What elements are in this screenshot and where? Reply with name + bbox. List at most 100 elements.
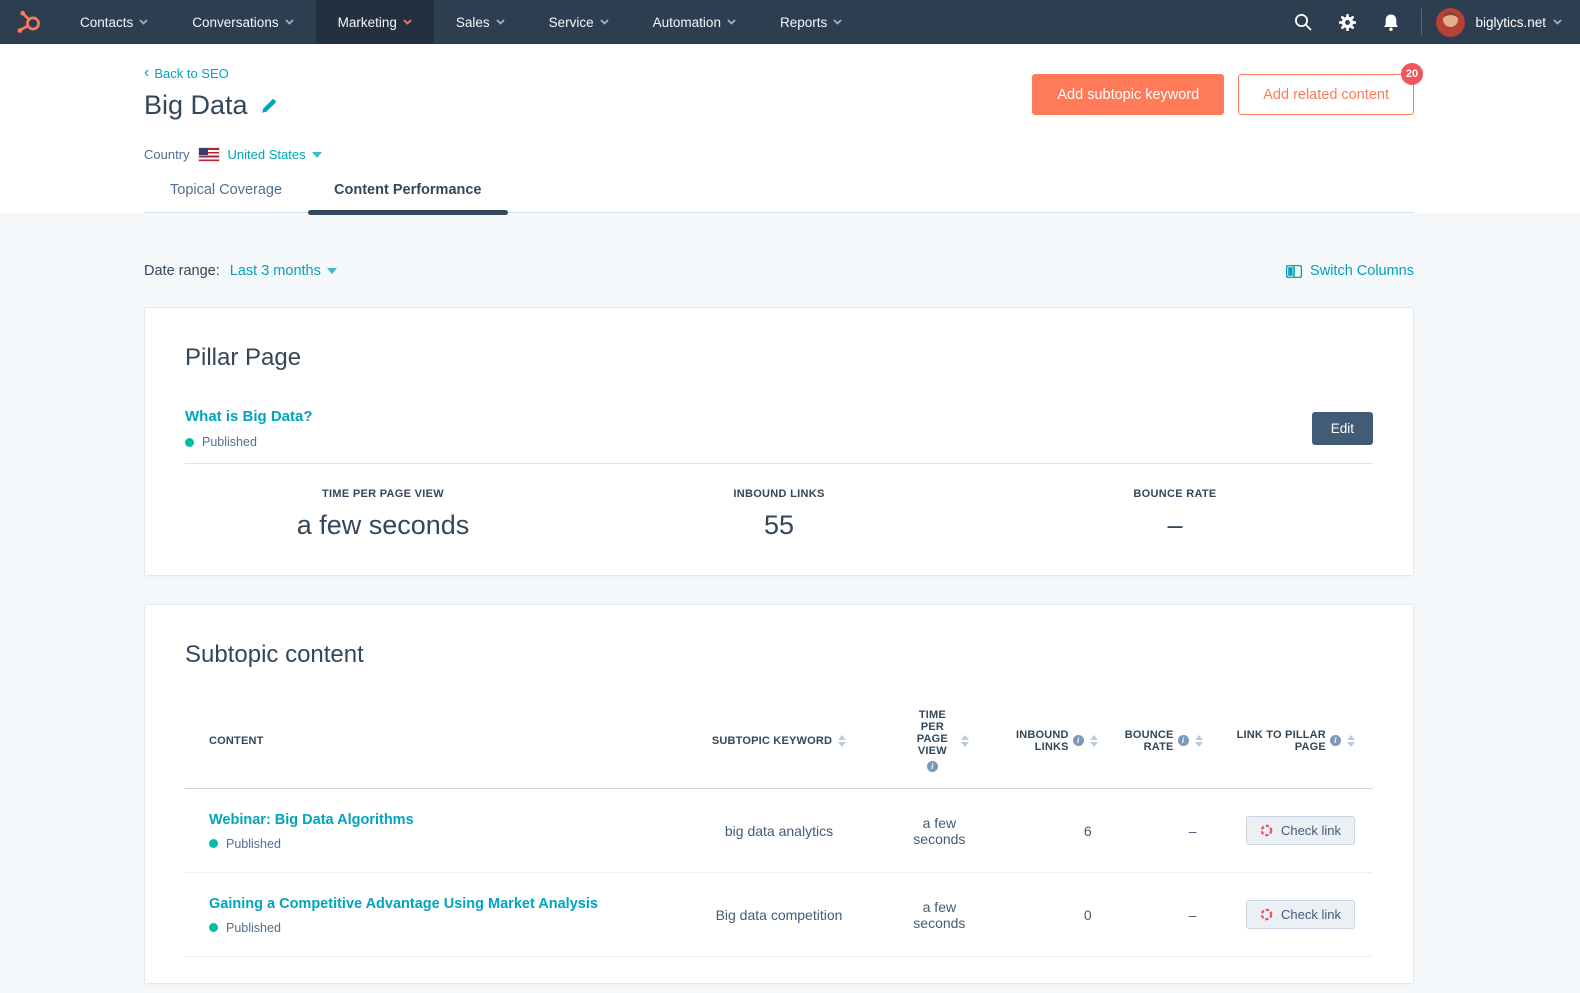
check-link-button[interactable]: Check link: [1246, 900, 1355, 929]
date-range-value: Last 3 months: [230, 263, 321, 279]
nav-item-label: Service: [549, 15, 594, 30]
nav-item-label: Automation: [653, 15, 721, 30]
add-subtopic-keyword-button[interactable]: Add subtopic keyword: [1032, 74, 1224, 115]
tab-topical-coverage[interactable]: Topical Coverage: [144, 182, 308, 212]
page-title: Big Data: [144, 90, 278, 121]
info-icon[interactable]: i: [1330, 735, 1341, 746]
nav-item-automation[interactable]: Automation: [631, 0, 758, 44]
nav-item-label: Reports: [780, 15, 827, 30]
hubspot-logo-icon[interactable]: [0, 0, 58, 44]
subtopic-keyword-cell: Big data competition: [672, 907, 886, 923]
sort-arrows-icon[interactable]: [838, 735, 846, 747]
sort-arrows-icon[interactable]: [1090, 735, 1098, 747]
status-badge: Published: [226, 837, 281, 851]
content-link[interactable]: Gaining a Competitive Advantage Using Ma…: [209, 896, 598, 912]
table-header-row: CONTENT SUBTOPIC KEYWORD TIME PER PAGE V…: [185, 693, 1373, 789]
gear-icon[interactable]: [1325, 0, 1369, 44]
column-header-content: CONTENT: [185, 735, 672, 747]
add-related-content-button[interactable]: Add related content: [1238, 74, 1414, 115]
chevron-down-icon: [1553, 19, 1562, 25]
check-link-button[interactable]: Check link: [1246, 816, 1355, 845]
chevron-down-icon: [312, 152, 322, 158]
us-flag-icon: [199, 148, 219, 161]
switch-columns-button[interactable]: Switch Columns: [1286, 263, 1414, 279]
chevron-down-icon: [327, 268, 337, 274]
bell-icon[interactable]: [1369, 0, 1413, 44]
avatar[interactable]: [1436, 8, 1465, 37]
pillar-stats: TIME PER PAGE VIEW a few seconds INBOUND…: [185, 464, 1373, 549]
back-to-seo-link[interactable]: ‹ Back to SEO: [144, 65, 229, 81]
inbound-links-cell: 6: [993, 823, 1106, 839]
column-header-link-to-pillar-page: LINK TO PILLAR PAGE i: [1213, 729, 1373, 753]
stat-bounce-rate: BOUNCE RATE –: [977, 488, 1373, 541]
info-icon[interactable]: i: [1073, 735, 1084, 746]
columns-icon: [1286, 265, 1302, 278]
column-header-subtopic-keyword: SUBTOPIC KEYWORD: [672, 735, 886, 747]
chevron-left-icon: ‹: [144, 65, 149, 81]
nav-item-service[interactable]: Service: [527, 0, 631, 44]
main-content: Date range: Last 3 months Switch Columns…: [0, 213, 1580, 984]
chevron-down-icon: [403, 19, 412, 25]
nav-item-contacts[interactable]: Contacts: [58, 0, 170, 44]
table-row: Gaining a Competitive Advantage Using Ma…: [185, 873, 1373, 957]
inbound-links-cell: 0: [993, 907, 1106, 923]
nav-item-reports[interactable]: Reports: [758, 0, 864, 44]
nav-menu: Contacts Conversations Marketing Sales S…: [58, 0, 864, 44]
content-link[interactable]: Webinar: Big Data Algorithms: [209, 812, 414, 828]
edit-button[interactable]: Edit: [1312, 412, 1373, 445]
info-icon[interactable]: i: [1178, 735, 1189, 746]
pencil-icon[interactable]: [260, 97, 278, 115]
nav-utilities: biglytics.net: [1281, 0, 1580, 44]
check-link-label: Check link: [1281, 907, 1341, 922]
time-per-page-view-cell: a few seconds: [886, 815, 993, 847]
broken-link-icon: [1260, 824, 1273, 837]
status-badge: Published: [226, 921, 281, 935]
related-content-count-badge: 20: [1401, 63, 1423, 85]
back-link-label: Back to SEO: [154, 66, 228, 81]
sort-arrows-icon[interactable]: [1347, 735, 1355, 747]
pillar-card-title: Pillar Page: [185, 344, 1373, 372]
country-value: United States: [228, 147, 306, 162]
tab-content-performance[interactable]: Content Performance: [308, 182, 507, 212]
sort-arrows-icon[interactable]: [1195, 735, 1203, 747]
switch-columns-label: Switch Columns: [1310, 263, 1414, 279]
chevron-down-icon: [285, 19, 294, 25]
date-range-select[interactable]: Last 3 months: [230, 263, 337, 279]
bounce-rate-cell: –: [1106, 907, 1213, 923]
country-select[interactable]: United States: [228, 147, 322, 162]
top-nav: Contacts Conversations Marketing Sales S…: [0, 0, 1580, 44]
subtopic-content-card: Subtopic content CONTENT SUBTOPIC KEYWOR…: [144, 604, 1414, 984]
chevron-down-icon: [600, 19, 609, 25]
published-status-icon: [185, 438, 194, 447]
sort-arrows-icon[interactable]: [961, 735, 969, 747]
nav-item-label: Marketing: [338, 15, 397, 30]
pillar-page-link[interactable]: What is Big Data?: [185, 408, 313, 425]
nav-item-label: Contacts: [80, 15, 133, 30]
status-badge: Published: [202, 435, 257, 449]
chevron-down-icon: [496, 19, 505, 25]
country-label: Country: [144, 147, 190, 162]
account-menu[interactable]: biglytics.net: [1475, 15, 1562, 30]
broken-link-icon: [1260, 908, 1273, 921]
nav-item-conversations[interactable]: Conversations: [170, 0, 315, 44]
column-header-time-per-page-view: TIME PER PAGE VIEW i: [886, 709, 993, 772]
published-status-icon: [209, 923, 218, 932]
date-range-label: Date range:: [144, 263, 220, 279]
subtopic-keyword-cell: big data analytics: [672, 823, 886, 839]
tab-bar: Topical Coverage Content Performance: [144, 182, 1414, 213]
subtopic-table: CONTENT SUBTOPIC KEYWORD TIME PER PAGE V…: [185, 693, 1373, 957]
nav-item-label: Conversations: [192, 15, 278, 30]
check-link-label: Check link: [1281, 823, 1341, 838]
chevron-down-icon: [833, 19, 842, 25]
search-icon[interactable]: [1281, 0, 1325, 44]
nav-item-sales[interactable]: Sales: [434, 0, 527, 44]
table-row: Webinar: Big Data Algorithms Published b…: [185, 789, 1373, 873]
time-per-page-view-cell: a few seconds: [886, 899, 993, 931]
column-header-bounce-rate: BOUNCE RATE i: [1106, 729, 1213, 753]
page-header: ‹ Back to SEO Big Data Add subtopic keyw…: [0, 44, 1580, 213]
info-icon[interactable]: i: [927, 761, 938, 772]
nav-item-label: Sales: [456, 15, 490, 30]
subtopic-card-title: Subtopic content: [185, 641, 1373, 669]
chevron-down-icon: [727, 19, 736, 25]
nav-item-marketing[interactable]: Marketing: [316, 0, 434, 44]
